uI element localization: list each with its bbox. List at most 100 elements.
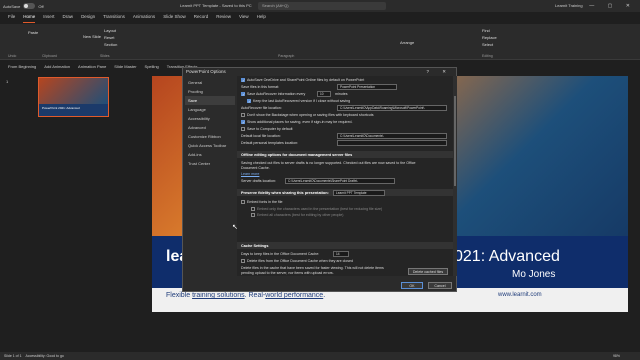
tab-design[interactable]: Design (81, 14, 95, 23)
nav-item-accessibility[interactable]: Accessibility (185, 114, 235, 123)
slide-title-end: 021: Advanced (454, 248, 560, 265)
default-local-input[interactable]: C:\Users\LearnitO\Documents\ (337, 133, 447, 139)
section-button[interactable]: Section (104, 42, 117, 47)
group-paragraph: Paragraph (278, 54, 295, 58)
nav-item-language[interactable]: Language (185, 105, 235, 114)
cancel-button[interactable]: Cancel (428, 282, 452, 289)
checkbox-icon[interactable] (241, 78, 245, 83)
tagline-prefix: Flexible (166, 292, 193, 299)
mouse-cursor-icon: ↖ (232, 224, 238, 231)
tab-animations[interactable]: Animations (133, 14, 155, 23)
tab-home[interactable]: Home (23, 14, 36, 23)
fidelity-presentation-select[interactable]: Learnit PPT Template (333, 190, 385, 196)
nav-item-quick-access-toolbar[interactable]: Quick Access Toolbar (185, 141, 235, 150)
delete-closed-option[interactable]: Delete files from the Office Document Ca… (241, 259, 354, 264)
checkbox-icon[interactable] (247, 99, 251, 104)
option-label: Don't show the Backstage when opening or… (247, 113, 374, 117)
tab-insert[interactable]: Insert (43, 14, 54, 23)
nav-item-save[interactable]: Save (185, 96, 235, 105)
new-slide-button[interactable]: New Slide (83, 34, 101, 39)
nav-item-proofing[interactable]: Proofing (185, 87, 235, 96)
reset-button[interactable]: Reset (104, 35, 114, 40)
option-label: Embed fonts in the file (247, 200, 283, 204)
minutes-label: minutes (335, 92, 348, 96)
autorecover-location-label: AutoRecover file location: (241, 106, 282, 110)
ribbon-tabs: File Home Insert Draw Design Transitions Anima… (0, 14, 640, 23)
arrange-button[interactable]: Arrange (400, 40, 414, 45)
tab-help[interactable]: Help (257, 14, 266, 23)
option-label: Save AutoRecover information every (247, 92, 306, 96)
autorecover-minutes-input[interactable]: 10 (317, 91, 331, 97)
delete-text-1: Delete files in the cache that have been… (241, 266, 384, 270)
nav-item-customize-ribbon[interactable]: Customize Ribbon (185, 132, 235, 141)
quickbar-item-slide-master[interactable]: Slide Master (114, 64, 136, 69)
accessibility-status[interactable]: Accessibility: Good to go (26, 354, 64, 358)
user-name[interactable]: Learnit Training (555, 3, 583, 8)
offline-text-2: Document Cache. (241, 166, 270, 170)
autosave-toggle[interactable] (23, 3, 36, 9)
checkbox-icon[interactable] (241, 92, 245, 97)
autorecover-location-input[interactable]: C:\Users\LearnitO\AppData\Roaming\Micros… (337, 105, 447, 111)
find-button[interactable]: Find (482, 28, 490, 33)
tab-view[interactable]: View (239, 14, 249, 23)
group-undo: Undo (8, 54, 17, 58)
dialog-title: PowerPoint Options (186, 69, 226, 74)
tab-record[interactable]: Record (194, 14, 209, 23)
group-editing: Editing (482, 54, 493, 58)
days-input[interactable]: 14 (333, 251, 349, 257)
quickbar-item-add-animation[interactable]: Add Animation (44, 64, 70, 69)
tab-draw[interactable]: Draw (63, 14, 74, 23)
quickbar-item-from-beginning[interactable]: From Beginning (8, 64, 36, 69)
quickbar-item-animation-pane[interactable]: Animation Pane (78, 64, 106, 69)
option-label: Delete files from the Office Document Ca… (247, 259, 354, 263)
paste-button[interactable]: Paste (28, 30, 38, 35)
select-button[interactable]: Select (482, 42, 493, 47)
embed-only-used-option[interactable]: Embed only the characters used in the pr… (251, 207, 382, 212)
radio-icon[interactable] (251, 213, 255, 218)
default-templates-input[interactable] (337, 140, 447, 146)
save-to-computer-option[interactable]: Save to Computer by default (241, 127, 293, 132)
delete-cached-files-button[interactable]: Delete cached files (408, 268, 448, 275)
window-controls[interactable]: — ▢ ✕ (589, 3, 636, 9)
checkbox-icon[interactable] (241, 113, 245, 118)
save-format-select[interactable]: PowerPoint Presentation (337, 84, 397, 90)
options-nav: General Proofing Save Language Accessibility… (185, 78, 235, 278)
autosave-state: Off (38, 3, 44, 9)
server-drafts-input[interactable]: C:\Users\LearnitO\Documents\SharePoint D… (285, 178, 395, 184)
dialog-controls[interactable]: ? ✕ (426, 69, 452, 75)
ribbon: Paste New Slide Layout Reset Section Arr… (0, 24, 640, 60)
no-backstage-option[interactable]: Don't show the Backstage when opening or… (241, 113, 374, 118)
autorecover-option[interactable]: Save AutoRecover information every (241, 92, 306, 97)
layout-button[interactable]: Layout (104, 28, 116, 33)
nav-item-advanced[interactable]: Advanced (185, 123, 235, 132)
option-label: Save to Computer by default (247, 127, 293, 131)
show-additional-option[interactable]: Show additional places for saving, even … (241, 120, 352, 125)
checkbox-icon[interactable] (241, 120, 245, 125)
autosave-default-option[interactable]: AutoSave OneDrive and SharePoint Online … (241, 78, 364, 83)
tab-file[interactable]: File (8, 14, 15, 23)
quickbar-item-spelling[interactable]: Spelling (145, 64, 159, 69)
learn-more-link[interactable]: Learn more (241, 172, 259, 176)
embed-fonts-option[interactable]: Embed fonts in the file (241, 200, 283, 205)
replace-button[interactable]: Replace (482, 35, 497, 40)
nav-item-add-ins[interactable]: Add-ins (185, 150, 235, 159)
search-input[interactable]: Search (Alt+Q) (258, 2, 386, 10)
checkbox-icon[interactable] (241, 259, 245, 264)
checkbox-icon[interactable] (241, 200, 245, 205)
zoom-level[interactable]: 98% (613, 354, 620, 358)
slide-thumbnail[interactable]: PowerPoint 2021: Advanced (38, 77, 109, 117)
tab-review[interactable]: Review (216, 14, 231, 23)
keep-last-option[interactable]: Keep the last AutoRecovered version if I… (247, 99, 350, 104)
slide-count: Slide 1 of 1 (4, 354, 22, 358)
tab-slide-show[interactable]: Slide Show (163, 14, 186, 23)
checkbox-icon[interactable] (241, 127, 245, 132)
nav-item-general[interactable]: General (185, 78, 235, 87)
scrollbar-thumb[interactable] (454, 96, 456, 186)
tab-transitions[interactable]: Transitions (103, 14, 125, 23)
options-scrollbar[interactable] (453, 76, 457, 276)
ok-button[interactable]: OK (401, 282, 423, 289)
nav-item-trust-center[interactable]: Trust Center (185, 159, 235, 168)
group-clipboard: Clipboard (42, 54, 57, 58)
embed-all-option[interactable]: Embed all characters (best for editing b… (251, 213, 344, 218)
radio-icon[interactable] (251, 207, 255, 212)
